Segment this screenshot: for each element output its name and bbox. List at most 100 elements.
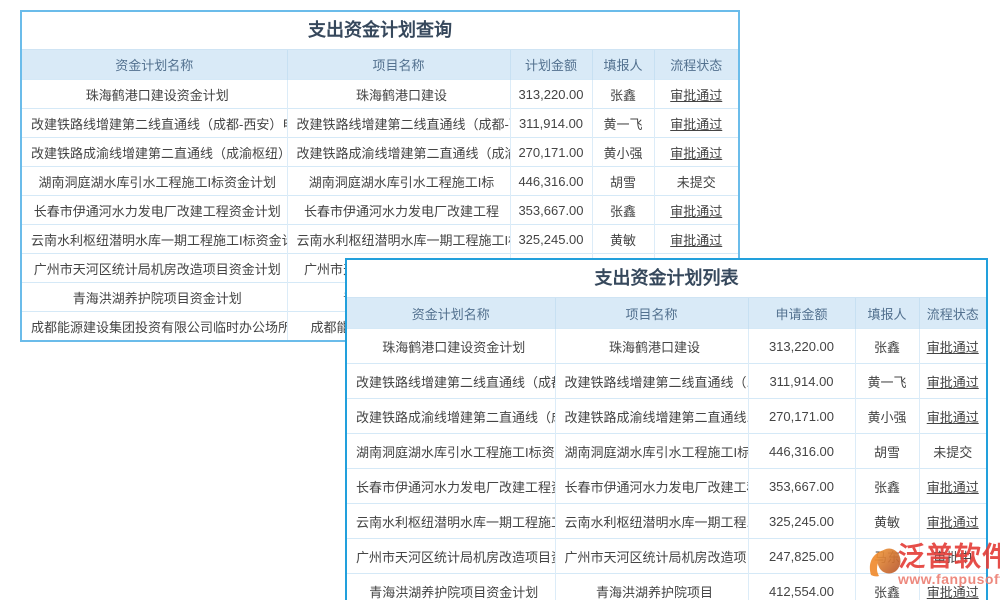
column-header: 填报人: [855, 298, 919, 329]
plan-name-link[interactable]: 云南水利枢纽潜明水库一期工程施工...: [347, 504, 555, 539]
status-badge[interactable]: 审批通过: [654, 138, 738, 167]
table-row: 珠海鹤港口建设资金计划珠海鹤港口建设313,220.00张鑫审批通过: [22, 80, 738, 109]
table-row: 云南水利枢纽潜明水库一期工程施工...云南水利枢纽潜明水库一期工程...325,…: [347, 504, 986, 539]
amount-value: 412,554.00: [748, 574, 855, 600]
query-window-title: 支出资金计划查询: [22, 12, 738, 49]
project-name-link[interactable]: 改建铁路线增建第二线直通线（...: [555, 364, 748, 399]
reporter-link[interactable]: 张鑫: [592, 196, 654, 225]
status-badge[interactable]: 审批通过: [919, 329, 986, 364]
table-row: 改建铁路成渝线增建第二直通线（成渝枢纽）电力改建铁路成渝线增建第二直通线（成渝枢…: [22, 138, 738, 167]
amount-value: 325,245.00: [510, 225, 592, 254]
plan-name-link[interactable]: 湖南洞庭湖水库引水工程施工I标资...: [347, 434, 555, 469]
column-header: 资金计划名称: [347, 298, 555, 329]
status-badge[interactable]: 未提交: [654, 167, 738, 196]
status-badge[interactable]: 审批通过: [919, 504, 986, 539]
reporter-link[interactable]: 胡雪: [592, 167, 654, 196]
plan-name-link[interactable]: 青海洪湖养护院项目资金计划: [347, 574, 555, 600]
query-table-header-row: 资金计划名称项目名称计划金额填报人流程状态: [22, 50, 738, 80]
project-name-link[interactable]: 珠海鹤港口建设: [287, 80, 510, 109]
project-name-link[interactable]: 改建铁路成渝线增建第二直通线...: [555, 399, 748, 434]
plan-name-link[interactable]: 改建铁路成渝线增建第二直通线（成渝枢纽）电力: [22, 138, 287, 167]
project-name-link[interactable]: 青海洪湖养护院项目: [555, 574, 748, 600]
watermark: 泛普软件 www.fanpusoft.com: [866, 543, 1000, 587]
project-name-link[interactable]: 长春市伊通河水力发电厂改建工程: [287, 196, 510, 225]
watermark-text: 泛普软件 www.fanpusoft.com: [898, 543, 1000, 587]
table-row: 湖南洞庭湖水库引水工程施工I标资...湖南洞庭湖水库引水工程施工I标446,31…: [347, 434, 986, 469]
reporter-link[interactable]: 黄敏: [855, 504, 919, 539]
table-row: 长春市伊通河水力发电厂改建工程资...长春市伊通河水力发电厂改建工程353,66…: [347, 469, 986, 504]
amount-value: 313,220.00: [748, 329, 855, 364]
project-name-link[interactable]: 长春市伊通河水力发电厂改建工程: [555, 469, 748, 504]
project-name-link[interactable]: 湖南洞庭湖水库引水工程施工I标: [287, 167, 510, 196]
table-row: 改建铁路成渝线增建第二直通线（成...改建铁路成渝线增建第二直通线...270,…: [347, 399, 986, 434]
table-row: 云南水利枢纽潜明水库一期工程施工I标资金计划云南水利枢纽潜明水库一期工程施工I标…: [22, 225, 738, 254]
plan-name-link[interactable]: 改建铁路线增建第二线直通线（成都...: [347, 364, 555, 399]
watermark-url: www.fanpusoft.com: [898, 572, 1000, 587]
status-badge[interactable]: 未提交: [919, 434, 986, 469]
amount-value: 247,825.00: [748, 539, 855, 574]
project-name-link[interactable]: 云南水利枢纽潜明水库一期工程...: [555, 504, 748, 539]
amount-value: 353,667.00: [510, 196, 592, 225]
project-name-link[interactable]: 湖南洞庭湖水库引水工程施工I标: [555, 434, 748, 469]
status-badge[interactable]: 审批通过: [654, 109, 738, 138]
status-badge[interactable]: 审批通过: [654, 196, 738, 225]
reporter-link[interactable]: 黄敏: [592, 225, 654, 254]
plan-name-link[interactable]: 长春市伊通河水力发电厂改建工程资...: [347, 469, 555, 504]
column-header: 申请金额: [748, 298, 855, 329]
column-header: 项目名称: [287, 50, 510, 80]
project-name-link[interactable]: 改建铁路线增建第二线直通线（成都-西安）: [287, 109, 510, 138]
column-header: 项目名称: [555, 298, 748, 329]
fanpu-logo-icon: [866, 545, 902, 583]
column-header: 填报人: [592, 50, 654, 80]
table-row: 湖南洞庭湖水库引水工程施工I标资金计划湖南洞庭湖水库引水工程施工I标446,31…: [22, 167, 738, 196]
project-name-link[interactable]: 珠海鹤港口建设: [555, 329, 748, 364]
table-row: 改建铁路线增建第二线直通线（成都-西安）电力改建铁路线增建第二线直通线（成都-西…: [22, 109, 738, 138]
plan-name-link[interactable]: 湖南洞庭湖水库引水工程施工I标资金计划: [22, 167, 287, 196]
project-name-link[interactable]: 改建铁路成渝线增建第二直通线（成渝枢纽）: [287, 138, 510, 167]
reporter-link[interactable]: 张鑫: [855, 469, 919, 504]
amount-value: 270,171.00: [510, 138, 592, 167]
plan-name-link[interactable]: 珠海鹤港口建设资金计划: [22, 80, 287, 109]
amount-value: 325,245.00: [748, 504, 855, 539]
plan-name-link[interactable]: 成都能源建设集团投资有限公司临时办公场所装: [22, 312, 287, 341]
watermark-brand: 泛普软件: [898, 543, 1000, 572]
amount-value: 270,171.00: [748, 399, 855, 434]
table-row: 珠海鹤港口建设资金计划珠海鹤港口建设313,220.00张鑫审批通过: [347, 329, 986, 364]
plan-name-link[interactable]: 青海洪湖养护院项目资金计划: [22, 283, 287, 312]
amount-value: 313,220.00: [510, 80, 592, 109]
status-badge[interactable]: 审批通过: [919, 364, 986, 399]
list-table-header-row: 资金计划名称项目名称申请金额填报人流程状态: [347, 298, 986, 329]
reporter-link[interactable]: 黄小强: [592, 138, 654, 167]
amount-value: 446,316.00: [748, 434, 855, 469]
reporter-link[interactable]: 黄小强: [855, 399, 919, 434]
amount-value: 311,914.00: [510, 109, 592, 138]
project-name-link[interactable]: 广州市天河区统计局机房改造项目: [555, 539, 748, 574]
list-window-title: 支出资金计划列表: [347, 260, 986, 297]
plan-name-link[interactable]: 广州市天河区统计局机房改造项目资...: [347, 539, 555, 574]
reporter-link[interactable]: 张鑫: [592, 80, 654, 109]
plan-name-link[interactable]: 云南水利枢纽潜明水库一期工程施工I标资金计划: [22, 225, 287, 254]
plan-name-link[interactable]: 长春市伊通河水力发电厂改建工程资金计划: [22, 196, 287, 225]
reporter-link[interactable]: 胡雪: [855, 434, 919, 469]
status-badge[interactable]: 审批通过: [919, 469, 986, 504]
plan-name-link[interactable]: 改建铁路线增建第二线直通线（成都-西安）电力: [22, 109, 287, 138]
plan-name-link[interactable]: 珠海鹤港口建设资金计划: [347, 329, 555, 364]
plan-name-link[interactable]: 改建铁路成渝线增建第二直通线（成...: [347, 399, 555, 434]
reporter-link[interactable]: 张鑫: [855, 329, 919, 364]
project-name-link[interactable]: 云南水利枢纽潜明水库一期工程施工I标: [287, 225, 510, 254]
reporter-link[interactable]: 黄一飞: [855, 364, 919, 399]
page: 支出资金计划查询 资金计划名称项目名称计划金额填报人流程状态 珠海鹤港口建设资金…: [0, 0, 1000, 600]
amount-value: 446,316.00: [510, 167, 592, 196]
status-badge[interactable]: 审批通过: [919, 399, 986, 434]
column-header: 流程状态: [919, 298, 986, 329]
table-row: 改建铁路线增建第二线直通线（成都...改建铁路线增建第二线直通线（...311,…: [347, 364, 986, 399]
table-row: 长春市伊通河水力发电厂改建工程资金计划长春市伊通河水力发电厂改建工程353,66…: [22, 196, 738, 225]
column-header: 计划金额: [510, 50, 592, 80]
plan-name-link[interactable]: 广州市天河区统计局机房改造项目资金计划: [22, 254, 287, 283]
status-badge[interactable]: 审批通过: [654, 80, 738, 109]
reporter-link[interactable]: 黄一飞: [592, 109, 654, 138]
status-badge[interactable]: 审批通过: [654, 225, 738, 254]
column-header: 流程状态: [654, 50, 738, 80]
amount-value: 353,667.00: [748, 469, 855, 504]
amount-value: 311,914.00: [748, 364, 855, 399]
